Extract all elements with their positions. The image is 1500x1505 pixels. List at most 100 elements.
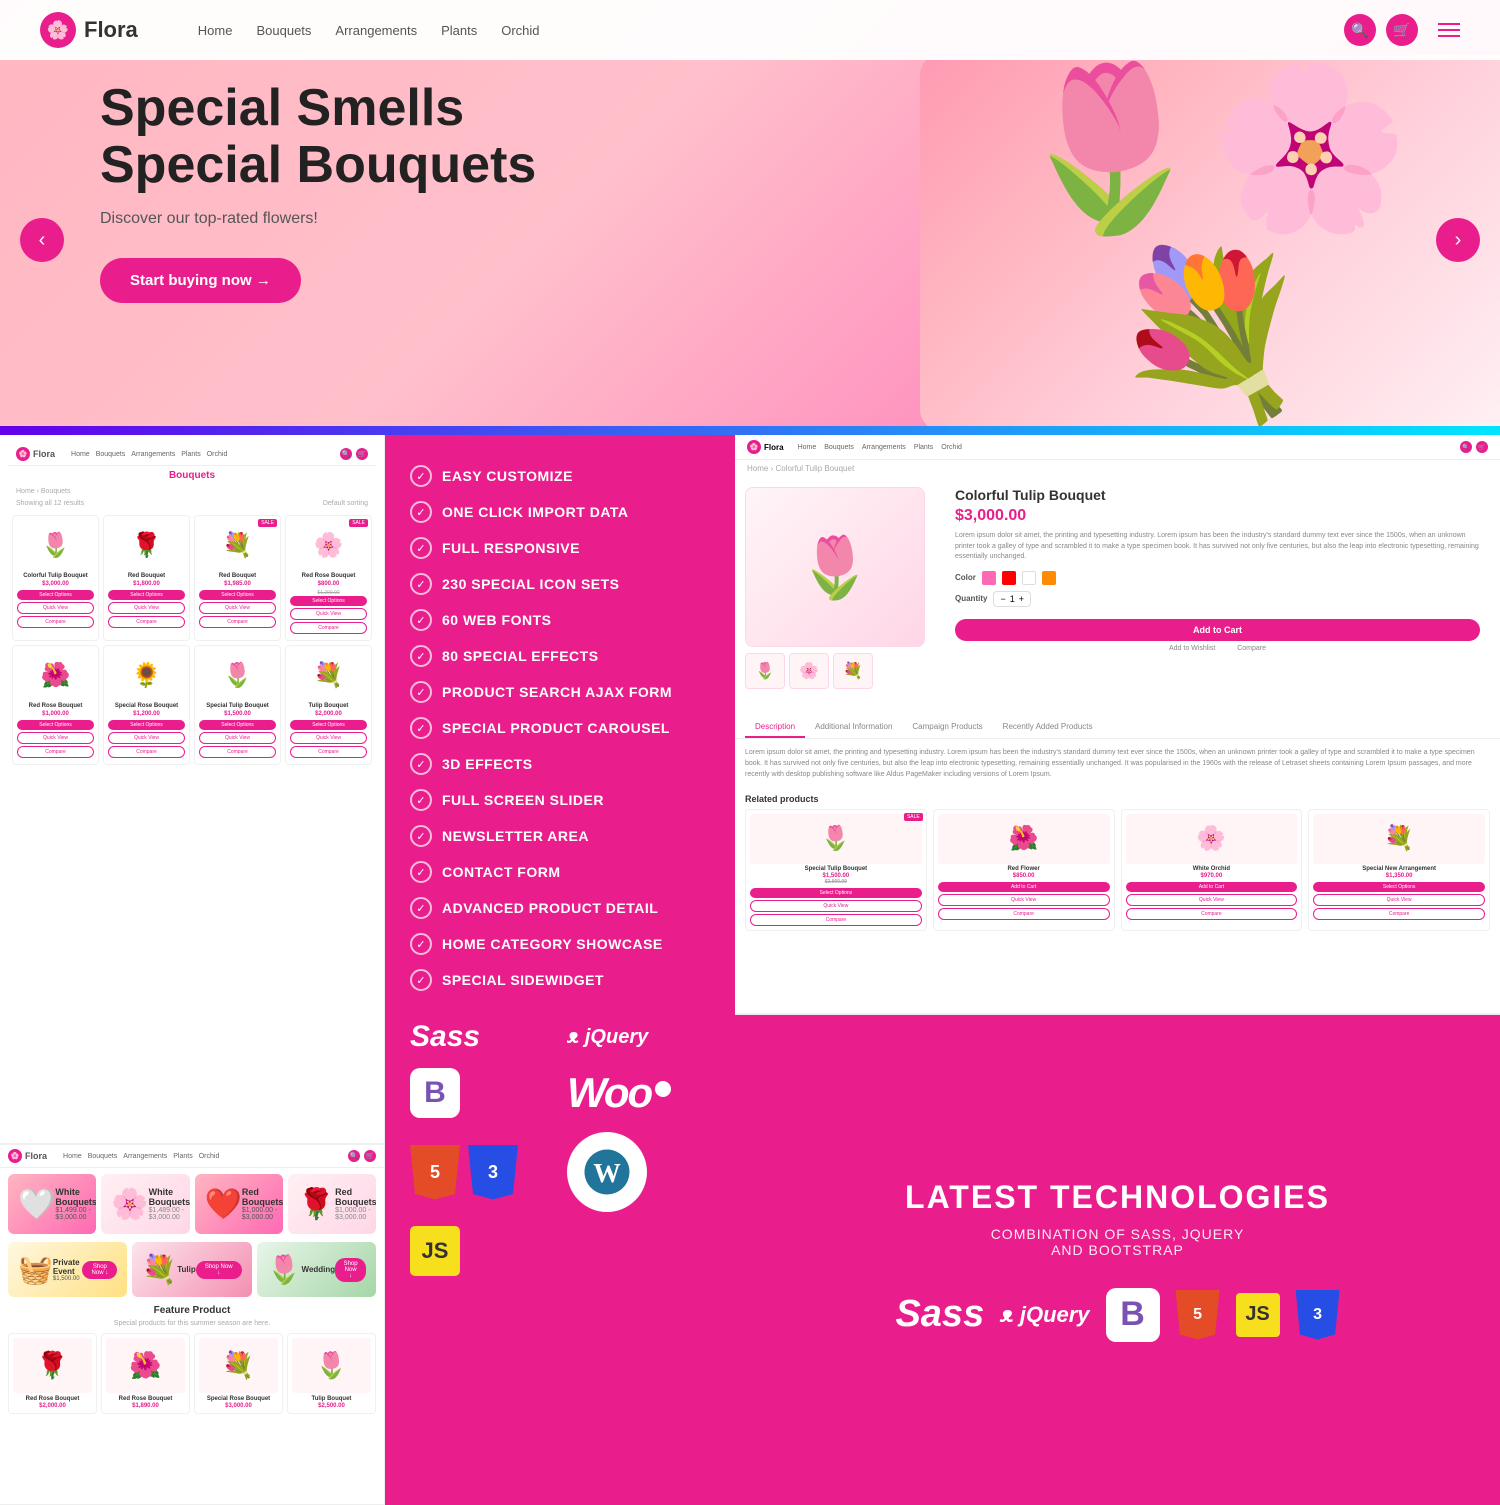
related-btns-1: Select Options Quick View Compare bbox=[750, 888, 922, 926]
related-quick-view-4[interactable]: Quick View bbox=[1313, 894, 1485, 906]
quick-view-6[interactable]: Quick View bbox=[108, 732, 185, 744]
compare-1[interactable]: Compare bbox=[17, 616, 94, 628]
related-select-1[interactable]: Select Options bbox=[750, 888, 922, 898]
compare-3[interactable]: Compare bbox=[199, 616, 276, 628]
select-options-6[interactable]: Select Options bbox=[108, 720, 185, 730]
compare-4[interactable]: Compare bbox=[290, 622, 367, 634]
hero-cta-button[interactable]: Start buying now → bbox=[100, 258, 301, 303]
compare-5[interactable]: Compare bbox=[17, 746, 94, 758]
pd-tab-additional[interactable]: Additional Information bbox=[805, 717, 902, 738]
pd-thumb-2[interactable]: 🌸 bbox=[789, 653, 829, 689]
pd-thumb-3[interactable]: 💐 bbox=[833, 653, 873, 689]
select-options-7[interactable]: Select Options bbox=[199, 720, 276, 730]
pd-tab-description[interactable]: Description bbox=[745, 717, 805, 738]
shop1-sort[interactable]: Default sorting bbox=[323, 500, 368, 507]
shop2-nav-arrangements[interactable]: Arrangements bbox=[123, 1153, 167, 1160]
nav-plants[interactable]: Plants bbox=[441, 23, 477, 38]
shop1-nav-arrangements[interactable]: Arrangements bbox=[131, 451, 175, 458]
pd-qty-minus[interactable]: − bbox=[1000, 594, 1005, 604]
select-options-3[interactable]: Select Options bbox=[199, 590, 276, 600]
hero-arrow-left[interactable]: ‹ bbox=[20, 218, 64, 262]
quick-view-8[interactable]: Quick View bbox=[290, 732, 367, 744]
shop1-nav-plants[interactable]: Plants bbox=[181, 451, 200, 458]
basket-btn-1[interactable]: Shop Now ↓ bbox=[82, 1261, 117, 1279]
quick-view-7[interactable]: Quick View bbox=[199, 732, 276, 744]
shop2-nav-home[interactable]: Home bbox=[63, 1153, 82, 1160]
shop2-nav-plants[interactable]: Plants bbox=[173, 1153, 192, 1160]
shop1-nav: 🌸 Flora Home Bouquets Arrangements Plant… bbox=[8, 443, 376, 466]
tech-js-text: JS bbox=[1245, 1303, 1269, 1326]
shop1-cart-btn[interactable]: 🛒 bbox=[356, 448, 368, 460]
nav-orchid[interactable]: Orchid bbox=[501, 23, 539, 38]
quick-view-5[interactable]: Quick View bbox=[17, 732, 94, 744]
compare-6[interactable]: Compare bbox=[108, 746, 185, 758]
tech-html5-badge: 5 bbox=[1176, 1290, 1220, 1340]
pd-tab-recently-added[interactable]: Recently Added Products bbox=[993, 717, 1103, 738]
quick-view-4[interactable]: Quick View bbox=[290, 608, 367, 620]
compare-8[interactable]: Compare bbox=[290, 746, 367, 758]
pd-cart-btn[interactable]: 🛒 bbox=[1476, 441, 1488, 453]
select-options-2[interactable]: Select Options bbox=[108, 590, 185, 600]
pd-nav-bouquets[interactable]: Bouquets bbox=[824, 444, 854, 451]
related-compare-3[interactable]: Compare bbox=[1126, 908, 1298, 920]
shop2-search-btn[interactable]: 🔍 bbox=[348, 1150, 360, 1162]
related-compare-2[interactable]: Compare bbox=[938, 908, 1110, 920]
quick-view-3[interactable]: Quick View bbox=[199, 602, 276, 614]
basket-text-3: Wedding bbox=[302, 1265, 336, 1274]
basket-emoji-1: 🧺 bbox=[18, 1253, 53, 1286]
shop2-nav-orchid[interactable]: Orchid bbox=[199, 1153, 220, 1160]
hamburger-menu[interactable] bbox=[1438, 23, 1460, 37]
cart-button[interactable]: 🛒 bbox=[1386, 14, 1418, 46]
basket-btn-3[interactable]: Shop Now ↓ bbox=[335, 1258, 366, 1282]
select-options-4[interactable]: Select Options bbox=[290, 596, 367, 606]
related-quick-view-3[interactable]: Quick View bbox=[1126, 894, 1298, 906]
related-compare-1[interactable]: Compare bbox=[750, 914, 922, 926]
quick-view-1[interactable]: Quick View bbox=[17, 602, 94, 614]
shop1-nav-orchid[interactable]: Orchid bbox=[207, 451, 228, 458]
nav-home[interactable]: Home bbox=[198, 23, 233, 38]
pd-thumb-1[interactable]: 🌷 bbox=[745, 653, 785, 689]
product-card-8: 💐 Tulip Bouquet $2,000.00 Select Options… bbox=[285, 645, 372, 765]
quick-view-2[interactable]: Quick View bbox=[108, 602, 185, 614]
pd-color-red[interactable] bbox=[1002, 571, 1016, 585]
nav-arrangements[interactable]: Arrangements bbox=[335, 23, 417, 38]
related-select-2[interactable]: Add to Cart bbox=[938, 882, 1110, 892]
select-options-5[interactable]: Select Options bbox=[17, 720, 94, 730]
pd-qty-value[interactable]: 1 bbox=[1010, 594, 1015, 604]
pd-color-white[interactable] bbox=[1022, 571, 1036, 585]
search-button[interactable]: 🔍 bbox=[1344, 14, 1376, 46]
pd-qty-plus[interactable]: + bbox=[1019, 594, 1024, 604]
related-compare-4[interactable]: Compare bbox=[1313, 908, 1485, 920]
pd-nav-plants[interactable]: Plants bbox=[914, 444, 933, 451]
pd-color-pink[interactable] bbox=[982, 571, 996, 585]
basket-text-2: Tulip bbox=[177, 1265, 196, 1274]
shop1-search-btn[interactable]: 🔍 bbox=[340, 448, 352, 460]
hero-arrow-right[interactable]: › bbox=[1436, 218, 1480, 262]
shop1-nav-home[interactable]: Home bbox=[71, 451, 90, 458]
compare-7[interactable]: Compare bbox=[199, 746, 276, 758]
pd-nav-orchid[interactable]: Orchid bbox=[941, 444, 962, 451]
shop1-nav-bouquets[interactable]: Bouquets bbox=[96, 451, 126, 458]
pd-add-to-cart-button[interactable]: Add to Cart bbox=[955, 619, 1480, 641]
pd-nav-arrangements[interactable]: Arrangements bbox=[862, 444, 906, 451]
compare-2[interactable]: Compare bbox=[108, 616, 185, 628]
product-price-2: $1,800.00 bbox=[108, 581, 185, 587]
pd-search-btn[interactable]: 🔍 bbox=[1460, 441, 1472, 453]
shop2-cart-btn[interactable]: 🛒 bbox=[364, 1150, 376, 1162]
related-quick-view-2[interactable]: Quick View bbox=[938, 894, 1110, 906]
related-select-4[interactable]: Select Options bbox=[1313, 882, 1485, 892]
shop1-section-title: Bouquets bbox=[8, 466, 376, 485]
pd-compare[interactable]: Compare bbox=[1237, 645, 1266, 652]
nav-bouquets[interactable]: Bouquets bbox=[256, 23, 311, 38]
basket-banner-3: 🌷 Wedding Shop Now ↓ bbox=[257, 1242, 376, 1297]
pd-tab-campaign[interactable]: Campaign Products bbox=[902, 717, 992, 738]
select-options-1[interactable]: Select Options bbox=[17, 590, 94, 600]
basket-btn-2[interactable]: Shop Now ↓ bbox=[196, 1261, 242, 1279]
pd-add-to-wishlist[interactable]: Add to Wishlist bbox=[1169, 645, 1215, 652]
select-options-8[interactable]: Select Options bbox=[290, 720, 367, 730]
pd-color-orange[interactable] bbox=[1042, 571, 1056, 585]
shop2-nav-bouquets[interactable]: Bouquets bbox=[88, 1153, 118, 1160]
pd-nav-home[interactable]: Home bbox=[798, 444, 817, 451]
related-select-3[interactable]: Add to Cart bbox=[1126, 882, 1298, 892]
related-quick-view-1[interactable]: Quick View bbox=[750, 900, 922, 912]
